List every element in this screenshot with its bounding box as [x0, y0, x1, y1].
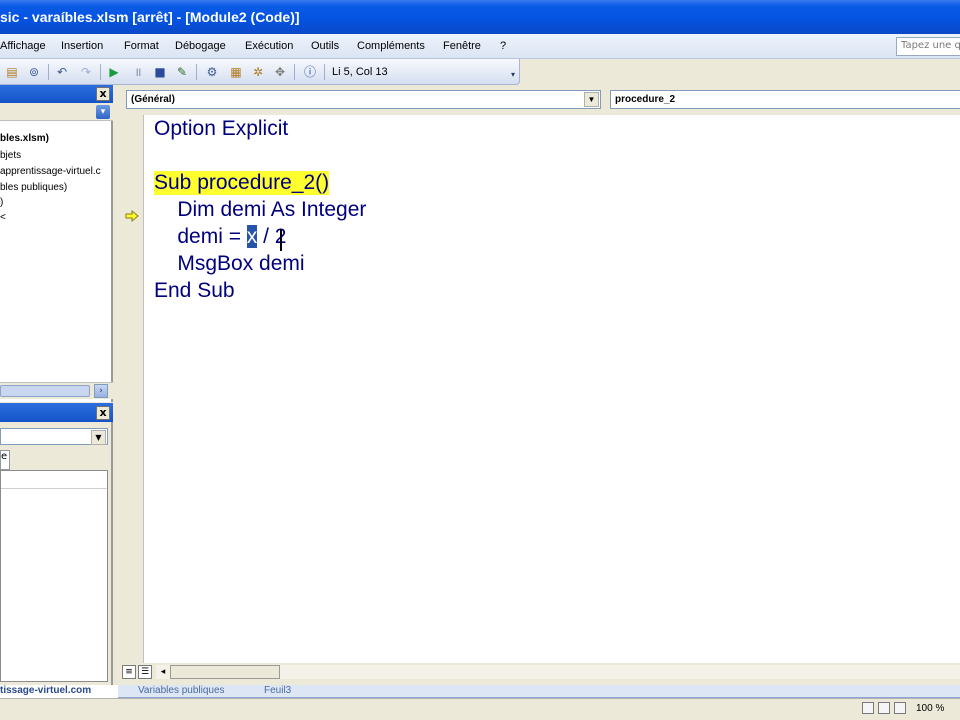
selected-text: x — [246, 225, 258, 248]
page-layout-icon[interactable] — [878, 702, 890, 714]
window-title: sic - varaíbles.xlsm [arrêt] - [Module2 … — [0, 9, 300, 25]
tree-item-public-vars[interactable]: bles publiques) — [0, 182, 67, 193]
tree-item-module-site[interactable]: apprentissage-virtuel.c — [0, 166, 101, 177]
help-icon[interactable]: ⓘ — [302, 64, 318, 80]
properties-icon[interactable]: ▦ — [228, 64, 244, 80]
object-browser-icon[interactable]: ✲ — [250, 64, 266, 80]
tree-item-sheet-2[interactable]: < — [0, 212, 6, 223]
code-line-6: End Sub — [154, 279, 235, 302]
chevron-down-icon[interactable]: ▼ — [584, 92, 599, 107]
toolbar-separator — [324, 64, 325, 80]
procedure-view-icon[interactable]: ≡ — [122, 665, 136, 679]
chevron-down-icon[interactable]: ▼ — [91, 430, 106, 445]
code-window-footer: ≡ ☰ ◂ — [118, 663, 960, 681]
toolbar-separator — [294, 64, 295, 80]
run-icon[interactable]: ▶ — [106, 64, 122, 80]
code-hscroll-thumb[interactable] — [170, 665, 280, 679]
sheet-tab-2[interactable]: Variables publiques — [138, 685, 225, 698]
help-search-input[interactable]: Tapez une q — [896, 37, 960, 56]
code-line-4-post: / 2 — [257, 225, 287, 248]
menu-insertion[interactable]: Insertion — [61, 40, 103, 52]
properties-object-combo[interactable]: ▼ — [0, 428, 108, 445]
page-break-icon[interactable] — [894, 702, 906, 714]
toolbox-icon[interactable]: ✥ — [272, 64, 288, 80]
project-explorer-hscrollbar[interactable]: › — [0, 382, 113, 399]
tree-item-sheet[interactable]: ) — [0, 197, 3, 208]
properties-header: x — [0, 403, 113, 422]
cursor-position: Li 5, Col 13 — [332, 66, 388, 78]
properties-tab[interactable]: e — [0, 450, 10, 470]
stop-icon[interactable]: ■ — [152, 64, 168, 80]
code-line-5: MsgBox demi — [154, 252, 305, 275]
tree-item-objects[interactable]: bjets — [0, 150, 21, 161]
redo-icon[interactable]: ↷ — [78, 64, 94, 80]
standard-toolbar: ▤ ⊚ ↶ ↷ ▶ ॥ ■ ✎ ⚙ ▦ ✲ ✥ ⓘ ▾ — [0, 59, 520, 85]
toggle-folders-icon[interactable]: ▾ — [96, 105, 110, 119]
sheet-tab-3[interactable]: Feuil3 — [264, 685, 291, 698]
zoom-level[interactable]: 100 % — [916, 703, 944, 714]
find-icon[interactable]: ⊚ — [26, 64, 42, 80]
code-editor[interactable]: Option Explicit Sub procedure_2() Dim de… — [144, 115, 960, 665]
code-hscrollbar[interactable]: ◂ — [156, 665, 960, 679]
menu-debogage[interactable]: Débogage — [175, 40, 226, 52]
project-explorer-panel: x ▾ bles.xlsm) bjets apprentissage-virtu… — [0, 85, 113, 402]
tree-item-project[interactable]: bles.xlsm) — [0, 133, 49, 144]
text-cursor-icon — [280, 229, 282, 251]
toolbar-separator — [48, 64, 49, 80]
menu-affichage[interactable]: Affichage — [0, 40, 46, 52]
project-explorer-close-button[interactable]: x — [96, 87, 110, 101]
properties-grid-row[interactable] — [1, 475, 107, 489]
active-sheet-tab[interactable]: tissage-virtuel.com — [0, 685, 118, 698]
menu-complements[interactable]: Compléments — [357, 40, 425, 52]
margin-indicator-bar[interactable] — [118, 115, 144, 665]
object-combo[interactable]: (Général) ▼ — [126, 90, 601, 109]
procedure-combo[interactable]: procedure_2 — [610, 90, 960, 109]
status-strip — [0, 698, 960, 720]
project-explorer-hscroll-thumb[interactable] — [0, 385, 90, 397]
properties-panel: x ▼ e — [0, 403, 113, 685]
normal-view-icon[interactable] — [862, 702, 874, 714]
pause-icon[interactable]: ॥ — [130, 64, 146, 80]
menu-bar: Affichage Insertion Format Débogage Exéc… — [0, 34, 960, 59]
project-explorer-toolbar: ▾ — [0, 103, 113, 121]
menu-help[interactable]: ? — [500, 40, 506, 52]
project-explorer-header: x — [0, 85, 113, 103]
properties-close-button[interactable]: x — [96, 406, 110, 420]
menu-format[interactable]: Format — [124, 40, 159, 52]
design-mode-icon[interactable]: ✎ — [174, 64, 190, 80]
execution-arrow-icon — [125, 210, 139, 222]
procedure-combo-value: procedure_2 — [615, 94, 676, 105]
code-line-4-pre: demi = — [154, 225, 247, 248]
scroll-right-icon[interactable]: › — [94, 384, 108, 398]
sheet-tab-1: tissage-virtuel.com — [0, 685, 92, 696]
code-line-current: Sub procedure_2() — [154, 171, 330, 195]
sheet-tabs-bar: tissage-virtuel.com Variables publiques … — [0, 685, 960, 698]
code-line-4: demi = x / 2 — [154, 225, 286, 249]
object-combo-value: (Général) — [131, 94, 175, 105]
toolbar-background — [520, 59, 960, 85]
toolbar-separator — [196, 64, 197, 80]
code-line-1: Option Explicit — [154, 117, 289, 140]
scroll-left-icon[interactable]: ◂ — [156, 665, 170, 679]
title-bar: sic - varaíbles.xlsm [arrêt] - [Module2 … — [0, 0, 960, 34]
vbe-window: sic - varaíbles.xlsm [arrêt] - [Module2 … — [0, 0, 960, 720]
properties-grid — [0, 470, 108, 682]
menu-outils[interactable]: Outils — [311, 40, 339, 52]
code-window: (Général) ▼ procedure_2 Option Explicit … — [118, 85, 960, 685]
menu-execution[interactable]: Exécution — [245, 40, 293, 52]
toolbar-separator — [100, 64, 101, 80]
paste-icon[interactable]: ▤ — [4, 64, 20, 80]
menu-fenetre[interactable]: Fenêtre — [443, 40, 481, 52]
toolbar-options-icon[interactable]: ▾ — [505, 67, 521, 83]
code-line-3: Dim demi As Integer — [154, 198, 367, 221]
project-explorer-icon[interactable]: ⚙ — [204, 64, 220, 80]
undo-icon[interactable]: ↶ — [54, 64, 70, 80]
full-module-view-icon[interactable]: ☰ — [138, 665, 152, 679]
